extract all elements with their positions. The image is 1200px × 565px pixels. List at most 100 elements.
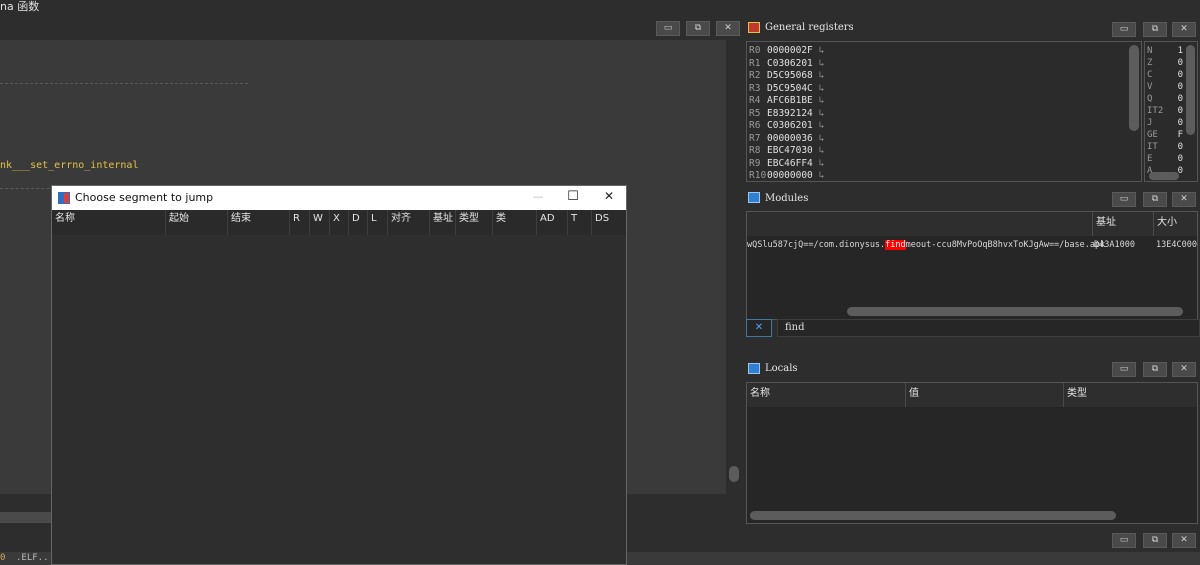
- module-path-before: wQSlu587cjQ==/com.dionysus.: [747, 240, 886, 250]
- modules-restore-button[interactable]: ⧉: [1143, 192, 1167, 207]
- search-highlight: find: [885, 240, 906, 250]
- segment-col-d[interactable]: D: [349, 210, 368, 235]
- jump-arrow-icon: ↳: [818, 133, 825, 144]
- segment-col-t[interactable]: T: [568, 210, 592, 235]
- modules-minimize-button[interactable]: ▭: [1112, 192, 1136, 207]
- main-minimize-button[interactable]: ▭: [656, 21, 680, 36]
- segment-col-type[interactable]: 类型: [456, 210, 493, 235]
- segment-col-ad[interactable]: AD: [537, 210, 568, 235]
- registers-scrollbar[interactable]: [1129, 45, 1139, 131]
- status-prefix: 0: [0, 553, 6, 563]
- horizontal-scrollbar[interactable]: [0, 512, 51, 523]
- status-text: .ELF..: [16, 553, 49, 563]
- flags-vscrollbar[interactable]: [1186, 45, 1195, 135]
- flag-row[interactable]: V0: [1147, 81, 1183, 93]
- dialog-app-icon: [58, 192, 70, 204]
- flag-row[interactable]: IT 0: [1147, 141, 1183, 153]
- jump-arrow-icon: ↳: [818, 145, 825, 156]
- register-row[interactable]: R9 EBC46FF4 ↳: [749, 158, 825, 170]
- jump-arrow-icon: ↳: [818, 158, 825, 169]
- module-size: 13E4C000: [1156, 240, 1197, 250]
- flag-row[interactable]: J0: [1147, 117, 1183, 129]
- flag-row[interactable]: N1: [1147, 45, 1183, 57]
- segment-col-start[interactable]: 起始: [166, 210, 228, 235]
- jump-arrow-icon: ↳: [818, 170, 825, 181]
- modules-close-button[interactable]: ✕: [1172, 192, 1196, 207]
- column-header-path[interactable]: [747, 212, 1093, 236]
- segment-col-w[interactable]: W: [310, 210, 330, 235]
- choose-segment-dialog[interactable]: Choose segment to jump — ☐ ✕ 名称 起始 结束 R …: [51, 185, 627, 565]
- segment-col-l[interactable]: L: [368, 210, 388, 235]
- modules-hscrollbar[interactable]: [847, 307, 1183, 316]
- flag-row[interactable]: IT2 0: [1147, 105, 1183, 117]
- registers-icon: [748, 22, 760, 33]
- register-row[interactable]: R0 0000002F ↳: [749, 45, 825, 57]
- registers-minimize-button[interactable]: ▭: [1112, 22, 1136, 37]
- function-name-label[interactable]: nk___set_errno_internal: [0, 160, 138, 171]
- dialog-title: Choose segment to jump: [75, 191, 214, 204]
- locals-minimize-button[interactable]: ▭: [1112, 362, 1136, 377]
- registers-title: General registers: [765, 22, 854, 33]
- column-header-name[interactable]: 名称: [747, 383, 906, 407]
- locals-restore-button[interactable]: ⧉: [1143, 362, 1167, 377]
- column-header-size[interactable]: 大小: [1154, 212, 1197, 236]
- jump-arrow-icon: ↳: [818, 95, 825, 106]
- flag-row[interactable]: Z0: [1147, 57, 1183, 69]
- flags-list[interactable]: N1 Z0 C0 V0 Q0 IT2 0 J0 GE F IT 0 E0 A0: [1144, 41, 1198, 182]
- segment-col-ds[interactable]: DS: [592, 210, 626, 235]
- register-row[interactable]: R5 E8392124 ↳: [749, 108, 825, 120]
- module-path-after: meout-ccu8MvPoOqB8hvxToKJgAw==/base.apk: [905, 240, 1106, 250]
- jump-arrow-icon: ↳: [818, 45, 825, 56]
- jump-arrow-icon: ↳: [818, 70, 825, 81]
- column-header-type[interactable]: 类型: [1064, 383, 1197, 407]
- registers-close-button[interactable]: ✕: [1172, 22, 1196, 37]
- flag-row[interactable]: Q0: [1147, 93, 1183, 105]
- segment-col-end[interactable]: 结束: [228, 210, 290, 235]
- segment-list[interactable]: [52, 235, 626, 564]
- module-row[interactable]: wQSlu587cjQ==/com.dionysus.findmeout-ccu…: [747, 239, 1197, 251]
- register-row[interactable]: R6 C0306201 ↳: [749, 120, 825, 132]
- segment-col-align[interactable]: 对齐: [388, 210, 430, 235]
- jump-arrow-icon: ↳: [818, 83, 825, 94]
- bottom-minimize-button[interactable]: ▭: [1112, 533, 1136, 548]
- jump-arrow-icon: ↳: [818, 58, 825, 69]
- flag-row[interactable]: E0: [1147, 153, 1183, 165]
- segment-col-x[interactable]: X: [330, 210, 349, 235]
- locals-table[interactable]: 名称 值 类型: [746, 382, 1198, 524]
- jump-arrow-icon: ↳: [818, 108, 825, 119]
- register-row[interactable]: R3 D5C9504C ↳: [749, 83, 825, 95]
- main-close-button[interactable]: ✕: [716, 21, 740, 36]
- dialog-titlebar[interactable]: Choose segment to jump — ☐ ✕: [52, 186, 626, 210]
- register-row[interactable]: R1000000000 ↳: [749, 170, 825, 182]
- segment-col-r[interactable]: R: [290, 210, 310, 235]
- column-header-base[interactable]: 基址: [1093, 212, 1154, 236]
- column-header-value[interactable]: 值: [906, 383, 1064, 407]
- segment-col-class[interactable]: 类: [493, 210, 537, 235]
- segment-col-base[interactable]: 基址: [430, 210, 456, 235]
- flag-row[interactable]: GE F: [1147, 129, 1183, 141]
- registers-restore-button[interactable]: ⧉: [1143, 22, 1167, 37]
- main-scrollbar-thumb[interactable]: [729, 466, 739, 482]
- dialog-minimize-button[interactable]: —: [530, 190, 546, 203]
- bottom-restore-button[interactable]: ⧉: [1143, 533, 1167, 548]
- modules-table[interactable]: 基址 大小 wQSlu587cjQ==/com.dionysus.findmeo…: [746, 211, 1198, 320]
- register-row[interactable]: R1 C0306201 ↳: [749, 58, 825, 70]
- register-row[interactable]: R8 EBC47030 ↳: [749, 145, 825, 157]
- register-row[interactable]: R4 AFC6B1BE ↳: [749, 95, 825, 107]
- locals-close-button[interactable]: ✕: [1172, 362, 1196, 377]
- flags-hscrollbar[interactable]: [1149, 172, 1179, 180]
- flag-row[interactable]: C0: [1147, 69, 1183, 81]
- bottom-close-button[interactable]: ✕: [1172, 533, 1196, 548]
- filter-input[interactable]: find: [777, 319, 1200, 337]
- separator-line: [0, 83, 248, 84]
- dialog-maximize-button[interactable]: ☐: [565, 189, 581, 204]
- dialog-close-button[interactable]: ✕: [601, 189, 617, 203]
- locals-title: Locals: [765, 363, 798, 374]
- main-restore-button[interactable]: ⧉: [686, 21, 710, 36]
- register-row[interactable]: R7 00000036 ↳: [749, 133, 825, 145]
- filter-clear-button[interactable]: ✕: [746, 319, 772, 337]
- registers-list[interactable]: R0 0000002F ↳ R1 C0306201 ↳ R2 D5C95068 ↳ R3 D5…: [746, 41, 1142, 182]
- register-row[interactable]: R2 D5C95068 ↳: [749, 70, 825, 82]
- segment-col-name[interactable]: 名称: [52, 210, 166, 235]
- locals-hscrollbar[interactable]: [750, 511, 1116, 520]
